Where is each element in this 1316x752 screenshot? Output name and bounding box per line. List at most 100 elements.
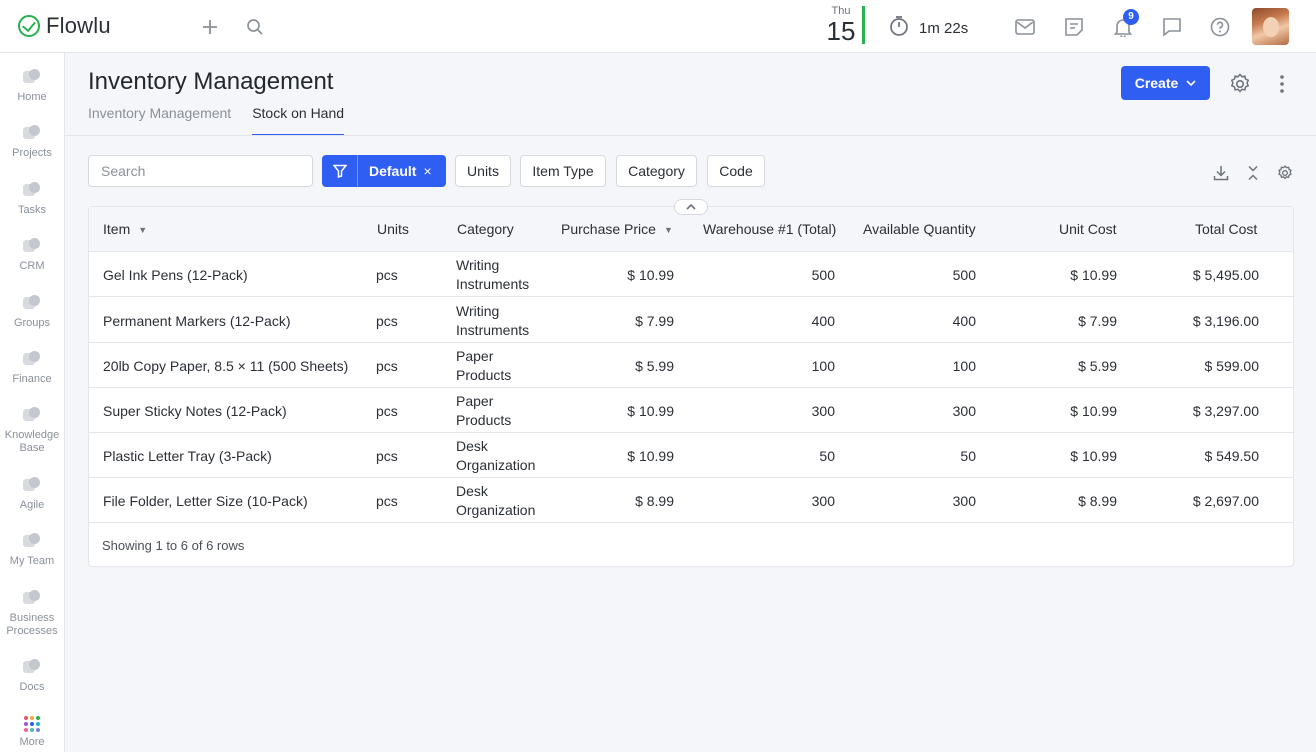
chat-icon[interactable] — [1160, 15, 1184, 39]
cell-warehouse-total: 300 — [811, 492, 835, 509]
notification-badge: 9 — [1123, 9, 1139, 25]
sidebar-item-crm[interactable]: CRM — [0, 238, 64, 273]
sidebar-item-projects[interactable]: Projects — [0, 125, 64, 160]
cell-category: Paper Products — [456, 343, 546, 388]
table-row[interactable]: File Folder, Letter Size (10-Pack) pcs D… — [89, 478, 1293, 523]
column-header-category[interactable]: Category — [457, 207, 514, 252]
sidebar-item-label: Projects — [12, 147, 52, 159]
tab-stock-on-hand[interactable]: Stock on Hand — [252, 104, 345, 136]
filter-icon — [322, 155, 358, 187]
sidebar-item-agile[interactable]: Agile — [0, 477, 64, 512]
table-settings-icon[interactable] — [1277, 165, 1293, 186]
column-header-units[interactable]: Units — [377, 207, 409, 252]
plus-icon[interactable] — [198, 15, 222, 39]
category-line: Products — [456, 411, 512, 428]
time-tracker[interactable]: 1m 22s — [889, 15, 968, 42]
cell-total-cost: $ 5,495.00 — [1192, 266, 1259, 283]
collapse-rows-icon[interactable] — [1247, 165, 1259, 186]
cell-category: Writing Instruments — [456, 252, 546, 297]
cell-item[interactable]: Gel Ink Pens (12-Pack) — [103, 252, 248, 297]
table-row[interactable]: Gel Ink Pens (12-Pack) pcs Writing Instru… — [89, 252, 1293, 297]
chevron-up-icon — [686, 204, 696, 210]
cell-available-quantity: 50 — [960, 447, 976, 464]
top-bar: Flowlu Thu 15 1m 22s 9 — [0, 0, 1316, 53]
chevron-down-icon: ▼ — [663, 225, 673, 235]
sidebar-item-label: My Team — [9, 555, 55, 567]
date-widget[interactable]: Thu 15 — [820, 5, 862, 45]
cell-item[interactable]: 20lb Copy Paper, 8.5 × 11 (500 Sheets) — [103, 343, 348, 388]
column-header-purchase-price[interactable]: Purchase Price ▼ — [561, 207, 673, 252]
chevron-down-icon: ▼ — [138, 225, 148, 235]
cell-unit-cost: $ 5.99 — [1078, 357, 1117, 374]
cell-available-quantity: 300 — [952, 402, 976, 419]
gear-icon[interactable] — [1228, 72, 1252, 96]
sidebar-item-home[interactable]: Home — [0, 69, 64, 104]
sidebar-item-tasks[interactable]: Tasks — [0, 182, 64, 217]
filter-chip-item-type[interactable]: Item Type — [520, 155, 606, 187]
sidebar-item-knowledge-base[interactable]: Knowledge Base — [0, 407, 64, 455]
table-row[interactable]: 20lb Copy Paper, 8.5 × 11 (500 Sheets) p… — [89, 343, 1293, 388]
cell-units: pcs — [376, 266, 398, 283]
cell-category: Desk Organization — [456, 478, 546, 523]
cell-item[interactable]: Permanent Markers (12-Pack) — [103, 298, 291, 343]
logo-check-icon — [18, 15, 40, 37]
category-line: Desk — [456, 437, 488, 454]
more-vertical-icon[interactable] — [1270, 72, 1294, 96]
tab-inventory-management[interactable]: Inventory Management — [88, 104, 231, 136]
filter-chip-code[interactable]: Code — [707, 155, 765, 187]
close-icon[interactable]: × — [423, 163, 431, 179]
help-icon[interactable] — [1208, 15, 1232, 39]
date-day-number: 15 — [826, 16, 856, 46]
cell-item[interactable]: File Folder, Letter Size (10-Pack) — [103, 478, 308, 523]
sidebar-item-groups[interactable]: Groups — [0, 295, 64, 330]
sidebar-item-docs[interactable]: Docs — [0, 659, 64, 694]
column-header-available-quantity[interactable]: Available Quantity — [863, 207, 976, 252]
cell-purchase-price: $ 8.99 — [635, 492, 674, 509]
download-icon[interactable] — [1213, 165, 1229, 186]
column-header-total-cost[interactable]: Total Cost — [1195, 207, 1257, 252]
stock-table: Item ▼ Units Category Purchase Price ▼ War… — [88, 206, 1294, 567]
table-row[interactable]: Super Sticky Notes (12-Pack) pcs Paper Pr… — [89, 388, 1293, 433]
cell-warehouse-total: 100 — [811, 357, 835, 374]
filter-preset-label: Default — [369, 163, 417, 179]
table-row[interactable]: Permanent Markers (12-Pack) pcs Writing I… — [89, 298, 1293, 343]
cell-unit-cost: $ 10.99 — [1070, 447, 1117, 464]
category-line: Writing — [456, 302, 500, 319]
agile-icon — [22, 477, 42, 495]
bell-icon[interactable]: 9 — [1111, 9, 1139, 39]
create-button[interactable]: Create — [1121, 66, 1210, 100]
filter-preset-button[interactable]: Default × — [322, 155, 446, 187]
category-line: Products — [456, 366, 512, 383]
sidebar-item-label: Home — [17, 91, 47, 103]
filter-chip-category[interactable]: Category — [616, 155, 697, 187]
sidebar-item-label: Groups — [13, 317, 51, 329]
sidebar-item-label: Business Processes — [6, 612, 58, 637]
cell-total-cost: $ 3,297.00 — [1192, 402, 1259, 419]
cell-item[interactable]: Plastic Letter Tray (3-Pack) — [103, 433, 272, 478]
column-header-warehouse[interactable]: Warehouse #1 (Total) — [703, 207, 836, 252]
column-header-item[interactable]: Item ▼ — [103, 207, 147, 252]
table-pagination-summary: Showing 1 to 6 of 6 rows — [102, 538, 245, 553]
column-header-unit-cost[interactable]: Unit Cost — [1059, 207, 1117, 252]
sidebar-item-label: CRM — [19, 260, 45, 272]
search-input[interactable] — [88, 155, 313, 187]
table-row[interactable]: Plastic Letter Tray (3-Pack) pcs Desk Org… — [89, 433, 1293, 478]
sidebar: Home Projects Tasks CRM Groups Finance K… — [0, 53, 65, 752]
mail-icon[interactable] — [1013, 15, 1037, 39]
finance-icon — [22, 351, 42, 369]
collapse-filters-button[interactable] — [674, 199, 708, 215]
notes-icon[interactable] — [1062, 15, 1086, 39]
cell-total-cost: $ 599.00 — [1204, 357, 1260, 374]
chevron-down-icon — [1186, 78, 1196, 89]
user-avatar[interactable] — [1252, 8, 1289, 45]
filter-chip-units[interactable]: Units — [455, 155, 511, 187]
category-line: Paper — [456, 347, 494, 364]
app-logo[interactable]: Flowlu — [18, 13, 188, 39]
search-icon[interactable] — [243, 15, 267, 39]
sidebar-item-business-processes[interactable]: Business Processes — [0, 590, 64, 638]
sidebar-item-my-team[interactable]: My Team — [0, 533, 64, 568]
sidebar-item-finance[interactable]: Finance — [0, 351, 64, 386]
sidebar-item-more[interactable]: More — [0, 716, 64, 749]
create-button-label: Create — [1134, 75, 1179, 91]
cell-item[interactable]: Super Sticky Notes (12-Pack) — [103, 388, 287, 433]
